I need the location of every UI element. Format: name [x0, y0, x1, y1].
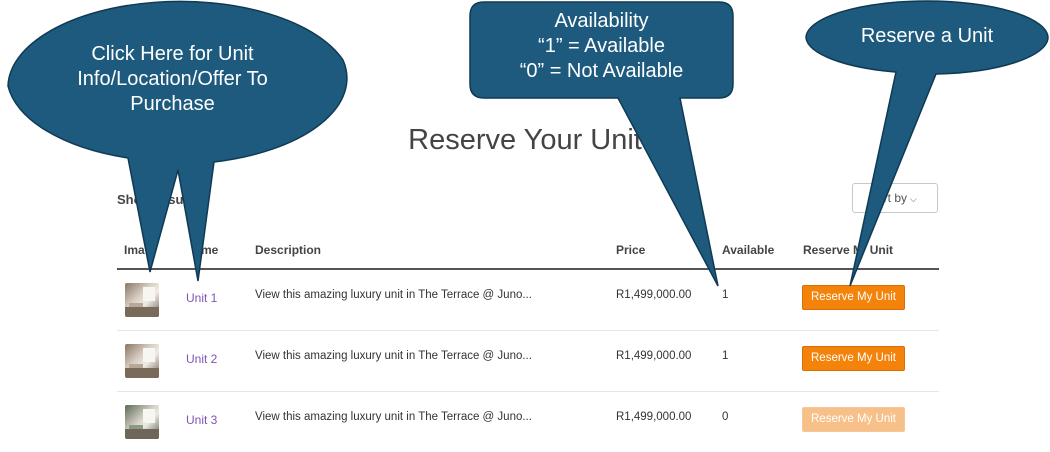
unit-info-callout: Click Here for Unit Info/Location/Offer … — [40, 42, 305, 117]
unit-description: View this amazing luxury unit in The Ter… — [255, 411, 532, 423]
unit-name-link[interactable]: Unit 2 — [186, 352, 217, 366]
unit-thumbnail[interactable] — [125, 283, 159, 317]
unit-description: View this amazing luxury unit in The Ter… — [255, 350, 532, 362]
unit-available: 0 — [722, 411, 729, 423]
callout-line: Availability — [554, 10, 649, 32]
results-count: Sho results — [117, 192, 199, 207]
unit-price: R1,499,000.00 — [616, 350, 692, 362]
availability-callout: Availability “1” = Available “0” = Not A… — [470, 9, 733, 84]
unit-name-link[interactable]: Unit 3 — [186, 413, 217, 427]
chevron-down-icon: ⌵ — [910, 194, 917, 204]
callout-line: Purchase — [130, 93, 215, 115]
callout-line: “1” = Available — [538, 35, 665, 57]
header-available: Available — [722, 243, 775, 257]
unit-description: View this amazing luxury unit in The Ter… — [255, 289, 532, 301]
table-row: Unit 1 View this amazing luxury unit in … — [117, 270, 939, 331]
sort-label: ort by — [877, 191, 908, 205]
callout-line: “0” = Not Available — [519, 60, 684, 82]
reserve-button-disabled: Reserve My Unit — [802, 407, 905, 432]
reserve-button[interactable]: Reserve My Unit — [802, 346, 905, 371]
header-image: Ima — [124, 243, 145, 257]
unit-thumbnail[interactable] — [125, 405, 159, 439]
sort-select[interactable]: ort by ⌵ — [852, 183, 938, 213]
table-row: Unit 2 View this amazing luxury unit in … — [117, 331, 939, 392]
table-row: Unit 3 View this amazing luxury unit in … — [117, 392, 939, 452]
reserve-button[interactable]: Reserve My Unit — [802, 285, 905, 310]
unit-name-link[interactable]: Unit 1 — [186, 291, 217, 305]
unit-available: 1 — [722, 350, 729, 362]
unit-available: 1 — [722, 289, 729, 301]
page-title: Reserve Your Unit — [408, 124, 642, 156]
header-price: Price — [616, 243, 646, 257]
callout-line: Info/Location/Offer To — [77, 68, 268, 90]
header-name: me — [201, 243, 219, 257]
unit-thumbnail[interactable] — [125, 344, 159, 378]
unit-price: R1,499,000.00 — [616, 289, 692, 301]
header-description: Description — [255, 243, 322, 257]
callout-line: Click Here for Unit — [91, 43, 254, 65]
reserve-callout: Reserve a Unit — [860, 25, 994, 47]
header-reserve: Reserve M Unit — [803, 243, 894, 257]
unit-price: R1,499,000.00 — [616, 411, 692, 423]
